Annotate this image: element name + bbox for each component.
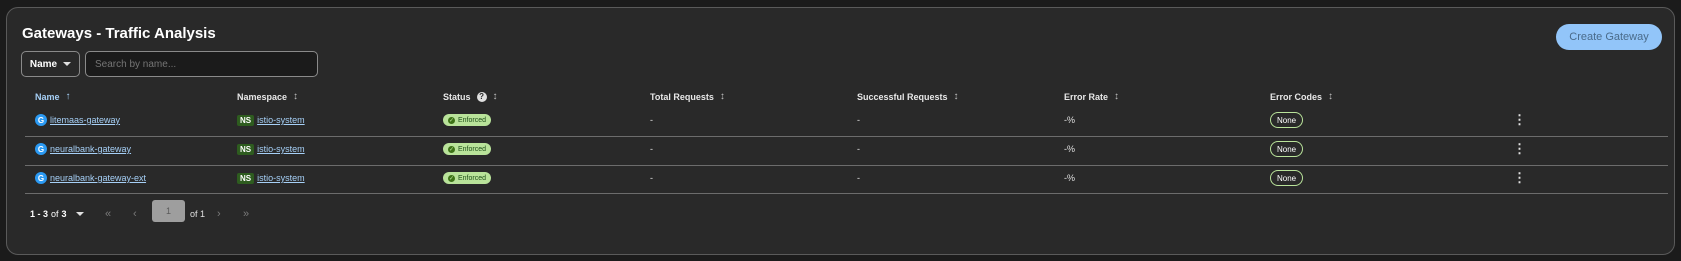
namespace-cell: NS istio-system (237, 134, 305, 164)
column-label: Total Requests (650, 91, 714, 102)
error-codes-cell: None (1270, 105, 1304, 135)
column-label: Name (35, 91, 60, 102)
sort-icon: ↕ (293, 91, 299, 102)
check-circle-icon: ✓ (448, 145, 455, 153)
error-codes-badge: None (1270, 141, 1304, 157)
error-rate-cell: -% (1064, 144, 1075, 154)
table-row: G neuralbank-gateway-ext NS istio-system… (25, 163, 1668, 193)
gateway-link[interactable]: litemaas-gateway (50, 115, 120, 125)
error-codes-cell: None (1270, 163, 1304, 193)
column-header-name[interactable]: Name ↑ (35, 91, 71, 102)
gateway-name-cell: G neuralbank-gateway (35, 134, 131, 164)
error-codes-badge: None (1270, 112, 1304, 128)
pagination-range: 1 - 3 (30, 209, 49, 219)
namespace-cell: NS istio-system (237, 105, 305, 135)
status-cell: ✓ Enforced (443, 163, 492, 193)
status-label: Enforced (458, 145, 487, 153)
check-circle-icon: ✓ (448, 116, 455, 124)
status-cell: ✓ Enforced (443, 105, 492, 135)
namespace-link[interactable]: istio-system (257, 115, 305, 125)
caret-down-icon (63, 62, 72, 66)
namespace-link[interactable]: istio-system (257, 173, 305, 183)
gateway-icon: G (35, 114, 47, 126)
pagination-of: of (51, 209, 59, 219)
page-title: Gateways - Traffic Analysis (22, 25, 216, 42)
table-row: G neuralbank-gateway NS istio-system ✓ E… (25, 134, 1668, 164)
page-of-label: of 1 (190, 209, 206, 219)
total-requests-cell: - (650, 144, 653, 154)
sort-icon: ↕ (719, 91, 725, 102)
status-label: Enforced (458, 174, 487, 182)
status-badge: ✓ Enforced (443, 143, 492, 155)
total-requests-cell: - (650, 115, 653, 125)
column-header-status[interactable]: Status ? ↕ (443, 91, 498, 102)
search-input[interactable] (85, 51, 318, 77)
error-codes-badge: None (1270, 170, 1304, 186)
status-badge: ✓ Enforced (443, 172, 492, 184)
namespace-badge: NS (237, 172, 255, 184)
status-label: Enforced (458, 116, 487, 124)
namespace-badge: NS (237, 114, 255, 126)
error-rate-cell: -% (1064, 115, 1075, 125)
last-page-button[interactable]: » (243, 202, 249, 226)
filter-attribute-dropdown[interactable]: Name (21, 51, 80, 77)
pagination-total: 3 (61, 209, 67, 219)
kebab-menu-icon[interactable]: ⋮ (1513, 163, 1526, 193)
previous-page-button[interactable]: ‹ (133, 202, 137, 226)
successful-requests-cell: - (857, 144, 860, 154)
error-codes-cell: None (1270, 134, 1304, 164)
column-label: Error Rate (1064, 91, 1109, 102)
error-rate-cell: -% (1064, 173, 1075, 183)
gateway-name-cell: G neuralbank-gateway-ext (35, 163, 146, 193)
gateway-link[interactable]: neuralbank-gateway-ext (50, 173, 146, 183)
namespace-cell: NS istio-system (237, 163, 305, 193)
status-cell: ✓ Enforced (443, 134, 492, 164)
page-number-input[interactable]: 1 (152, 200, 185, 222)
gateway-icon: G (35, 172, 47, 184)
column-label: Status (443, 91, 471, 102)
namespace-badge: NS (237, 143, 255, 155)
first-page-button[interactable]: « (105, 202, 111, 226)
sort-icon: ↕ (1114, 91, 1120, 102)
column-header-namespace[interactable]: Namespace ↕ (237, 91, 298, 102)
caret-down-icon (75, 212, 84, 216)
filter-attribute-label: Name (29, 58, 58, 70)
column-label: Error Codes (1270, 91, 1323, 102)
column-header-total-requests[interactable]: Total Requests ↕ (650, 91, 725, 102)
pagination-count-dropdown[interactable]: 1 - 3 of 3 (30, 202, 84, 226)
successful-requests-cell: - (857, 173, 860, 183)
status-badge: ✓ Enforced (443, 114, 492, 126)
sort-icon: ↕ (1328, 91, 1334, 102)
help-icon[interactable]: ? (476, 91, 487, 102)
create-gateway-button[interactable]: Create Gateway (1556, 24, 1662, 50)
gateway-icon: G (35, 143, 47, 155)
gateway-name-cell: G litemaas-gateway (35, 105, 120, 135)
next-page-button[interactable]: › (217, 202, 221, 226)
table-row: G litemaas-gateway NS istio-system ✓ Enf… (25, 105, 1668, 135)
check-circle-icon: ✓ (448, 174, 455, 182)
kebab-menu-icon[interactable]: ⋮ (1513, 105, 1526, 135)
namespace-link[interactable]: istio-system (257, 144, 305, 154)
successful-requests-cell: - (857, 115, 860, 125)
sort-icon: ↕ (492, 91, 498, 102)
kebab-menu-icon[interactable]: ⋮ (1513, 134, 1526, 164)
sort-icon: ↕ (953, 91, 959, 102)
sort-ascending-icon: ↑ (65, 91, 71, 102)
column-label: Successful Requests (857, 91, 948, 102)
gateway-link[interactable]: neuralbank-gateway (50, 144, 131, 154)
total-requests-cell: - (650, 173, 653, 183)
column-label: Namespace (237, 91, 288, 102)
column-header-error-rate[interactable]: Error Rate ↕ (1064, 91, 1119, 102)
column-header-successful-requests[interactable]: Successful Requests ↕ (857, 91, 959, 102)
row-divider (25, 193, 1668, 194)
column-header-error-codes[interactable]: Error Codes ↕ (1270, 91, 1333, 102)
